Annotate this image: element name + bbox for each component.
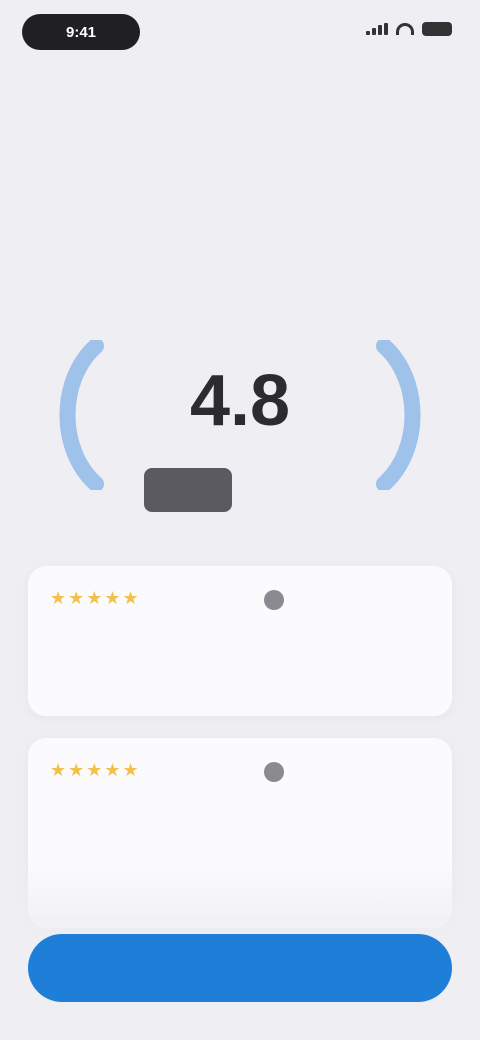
status-icons: [366, 22, 452, 36]
rating-section: 4.8: [0, 330, 480, 530]
battery-icon: [422, 22, 452, 36]
status-bar: 9:41: [0, 0, 480, 64]
wifi-icon: [396, 23, 414, 35]
user-icon: [264, 762, 284, 782]
star-rating: ★★★★★: [50, 588, 141, 608]
continue-button[interactable]: [28, 934, 452, 1002]
rating-badge: [144, 468, 232, 512]
footer-links: [0, 1022, 480, 1040]
review-card: ★★★★★: [28, 566, 452, 716]
signal-icon: [366, 23, 388, 35]
user-icon: [264, 590, 284, 610]
review-card: ★★★★★: [28, 738, 452, 928]
star-rating: ★★★★★: [50, 760, 141, 780]
rating-value: 4.8: [189, 361, 291, 441]
status-time: 9:41: [22, 14, 140, 50]
